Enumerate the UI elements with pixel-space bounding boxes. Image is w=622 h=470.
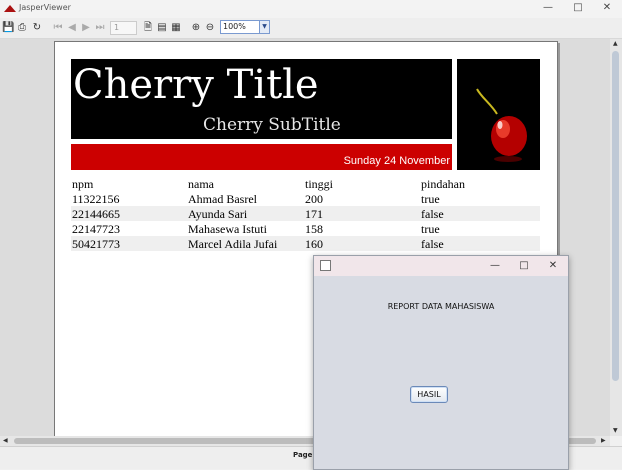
zoom-dropdown-icon[interactable]: ▼ bbox=[259, 20, 270, 34]
table-cell: 50421773 bbox=[72, 237, 120, 251]
window-title: JasperViewer bbox=[19, 3, 71, 12]
column-header: pindahan bbox=[421, 177, 465, 191]
dialog-maximize-button[interactable]: □ bbox=[517, 260, 531, 272]
previous-page-icon[interactable]: ◀ bbox=[66, 21, 78, 34]
report-title: Cherry Title bbox=[73, 62, 319, 108]
table-row: 11322156 Ahmad Basrel 200 true bbox=[71, 191, 540, 206]
reload-icon[interactable]: ↻ bbox=[31, 21, 43, 34]
table-row: 22147723 Mahasewa Istuti 158 true bbox=[71, 221, 540, 236]
scroll-left-icon[interactable]: ◀ bbox=[3, 437, 8, 444]
vertical-scroll-thumb[interactable] bbox=[612, 51, 619, 381]
maximize-button[interactable]: □ bbox=[571, 2, 585, 14]
scroll-up-icon[interactable]: ▲ bbox=[613, 40, 618, 47]
window-titlebar: JasperViewer — □ ✕ bbox=[0, 0, 622, 18]
fit-width-icon[interactable]: ▦ bbox=[170, 21, 182, 34]
viewer-toolbar: 💾 ⎙ ↻ ⏮ ◀ ▶ ⏭ 1 🗎 ▤ ▦ ⊕ ⊖ 100% ▼ bbox=[0, 18, 622, 39]
table-cell: Ahmad Basrel bbox=[188, 192, 257, 206]
table-header-row: npm nama tinggi pindahan bbox=[71, 176, 540, 191]
column-header: npm bbox=[72, 177, 94, 191]
cherry-image bbox=[457, 59, 540, 170]
table-cell: false bbox=[421, 207, 444, 221]
last-page-icon[interactable]: ⏭ bbox=[94, 21, 106, 34]
table-row: 50421773 Marcel Adila Jufai 160 false bbox=[71, 236, 540, 251]
dialog-label: REPORT DATA MAHASISWA bbox=[387, 302, 495, 311]
next-page-icon[interactable]: ▶ bbox=[80, 21, 92, 34]
table-cell: 22147723 bbox=[72, 222, 120, 236]
zoom-input[interactable]: 100% bbox=[220, 20, 262, 34]
table-cell: Ayunda Sari bbox=[188, 207, 248, 221]
column-header: nama bbox=[188, 177, 214, 191]
report-date: Sunday 24 November bbox=[343, 155, 450, 167]
java-app-icon bbox=[320, 260, 331, 271]
save-icon[interactable]: 💾 bbox=[2, 21, 14, 34]
scroll-right-icon[interactable]: ▶ bbox=[601, 437, 606, 444]
zoom-in-icon[interactable]: ⊕ bbox=[190, 21, 202, 34]
hasil-button[interactable]: HASIL bbox=[410, 386, 448, 403]
dialog-close-button[interactable]: ✕ bbox=[546, 260, 560, 272]
report-table: npm nama tinggi pindahan 11322156 Ahmad … bbox=[71, 176, 540, 251]
page-number-input[interactable]: 1 bbox=[110, 21, 137, 35]
table-cell: false bbox=[421, 237, 444, 251]
table-cell: Marcel Adila Jufai bbox=[188, 237, 278, 251]
jasper-logo-icon bbox=[4, 5, 16, 12]
close-button[interactable]: ✕ bbox=[600, 2, 614, 14]
fit-page-icon[interactable]: ▤ bbox=[156, 21, 168, 34]
minimize-button[interactable]: — bbox=[541, 2, 555, 14]
table-row: 22144665 Ayunda Sari 171 false bbox=[71, 206, 540, 221]
table-cell: true bbox=[421, 222, 440, 236]
report-subtitle: Cherry SubTitle bbox=[203, 115, 341, 135]
scroll-down-icon[interactable]: ▼ bbox=[613, 427, 618, 434]
zoom-out-icon[interactable]: ⊖ bbox=[204, 21, 216, 34]
table-cell: 158 bbox=[305, 222, 323, 236]
table-cell: 22144665 bbox=[72, 207, 120, 221]
table-cell: true bbox=[421, 192, 440, 206]
column-header: tinggi bbox=[305, 177, 334, 191]
dialog-minimize-button[interactable]: — bbox=[488, 260, 502, 272]
vertical-scrollbar[interactable]: ▲ ▼ bbox=[610, 39, 622, 436]
table-cell: 160 bbox=[305, 237, 323, 251]
first-page-icon[interactable]: ⏮ bbox=[52, 21, 64, 34]
print-icon[interactable]: ⎙ bbox=[16, 21, 28, 34]
table-cell: 11322156 bbox=[72, 192, 120, 206]
table-cell: 171 bbox=[305, 207, 323, 221]
date-band: Sunday 24 November bbox=[71, 144, 452, 170]
dialog-titlebar: — □ ✕ bbox=[314, 256, 568, 276]
title-band: Cherry Title Cherry SubTitle bbox=[71, 59, 452, 139]
table-cell: 200 bbox=[305, 192, 323, 206]
report-dialog: — □ ✕ REPORT DATA MAHASISWA HASIL bbox=[313, 255, 569, 470]
table-cell: Mahasewa Istuti bbox=[188, 222, 267, 236]
actual-size-icon[interactable]: 🗎 bbox=[142, 21, 154, 34]
